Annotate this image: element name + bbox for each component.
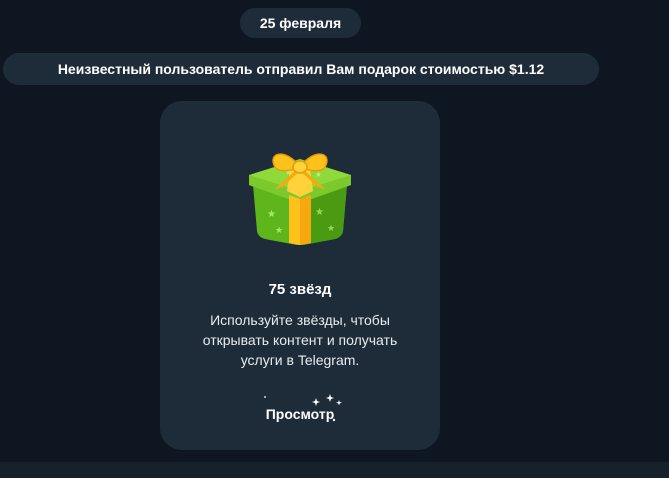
svg-text:★: ★	[315, 207, 324, 218]
view-button[interactable]: Просмотр	[230, 397, 370, 431]
gift-description: Используйте звёзды, чтобы открывать конт…	[202, 312, 398, 368]
date-separator: 25 февраля	[240, 8, 361, 38]
message-input-bar[interactable]	[0, 462, 669, 478]
gift-message-card[interactable]: ★ ★ ★ ★ ★ ★ 75 звёзд Используйте звёзды,…	[160, 101, 440, 450]
svg-text:★: ★	[275, 226, 283, 236]
service-message: Неизвестный пользователь отправил Вам по…	[3, 53, 599, 85]
gift-title: 75 звёзд	[268, 281, 332, 298]
chat-window: 25 февраля Неизвестный пользователь отпр…	[0, 0, 669, 478]
gift-box-icon: ★ ★ ★ ★ ★ ★	[249, 153, 351, 245]
svg-text:★: ★	[327, 224, 335, 234]
svg-text:★: ★	[267, 209, 276, 220]
